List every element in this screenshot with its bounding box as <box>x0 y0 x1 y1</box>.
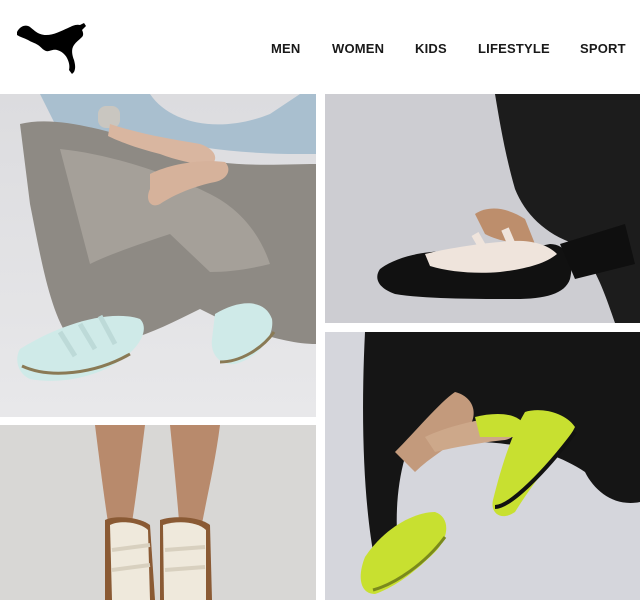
nav-item-men[interactable]: MEN <box>271 41 301 56</box>
main-nav: MEN WOMEN KIDS LIFESTYLE SPORT <box>0 41 640 59</box>
nav-item-lifestyle[interactable]: LIFESTYLE <box>478 41 550 56</box>
nav-item-women[interactable]: WOMEN <box>332 41 384 56</box>
product-image-black-cream-flat[interactable] <box>325 94 640 323</box>
nav-item-kids[interactable]: KIDS <box>415 41 447 56</box>
product-image-cream-brown-flats[interactable] <box>0 425 316 600</box>
product-image-lime-flats[interactable] <box>325 332 640 600</box>
product-image-mint-flats[interactable] <box>0 94 316 417</box>
site-header: MEN WOMEN KIDS LIFESTYLE SPORT <box>0 0 640 94</box>
nav-item-sport[interactable]: SPORT <box>580 41 626 56</box>
